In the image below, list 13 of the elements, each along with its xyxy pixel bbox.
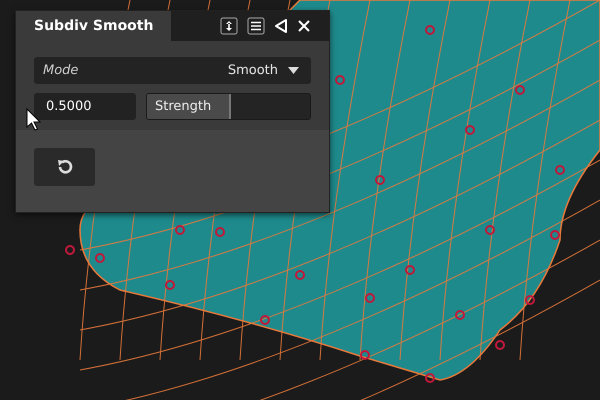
panel-tab[interactable]: Subdiv Smooth	[16, 11, 172, 41]
reset-button[interactable]	[34, 148, 95, 186]
triangle-left-icon[interactable]	[274, 18, 288, 34]
resize-vertical-icon[interactable]	[220, 17, 238, 35]
mode-value: Smooth	[228, 63, 278, 78]
strength-input[interactable]: 0.5000	[34, 93, 136, 120]
mouse-pointer-icon	[26, 108, 42, 132]
strength-slider[interactable]: Strength	[146, 93, 311, 120]
mode-dropdown[interactable]: Mode Smooth	[34, 57, 311, 84]
mode-label: Mode	[43, 63, 80, 78]
menu-icon[interactable]	[247, 17, 265, 35]
close-icon[interactable]	[297, 19, 311, 33]
dropdown-caret-icon	[288, 67, 299, 74]
